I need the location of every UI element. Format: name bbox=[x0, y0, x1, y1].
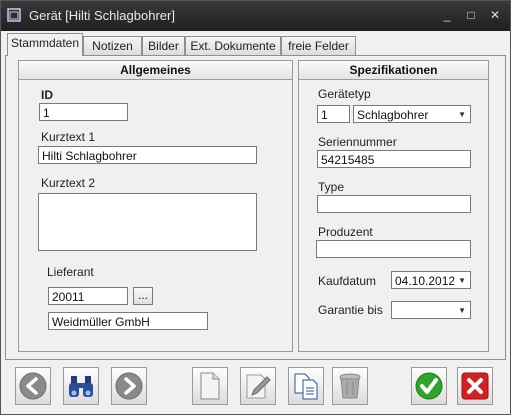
binoculars-icon bbox=[69, 376, 93, 397]
check-icon bbox=[415, 372, 443, 400]
trash-can-icon bbox=[339, 373, 361, 399]
copy-button[interactable] bbox=[288, 367, 324, 405]
window-title: Gerät [Hilti Schlagbohrer] bbox=[29, 8, 175, 23]
lieferant-name-field[interactable]: Weidmüller GmbH bbox=[48, 312, 208, 330]
tab-content: Allgemeines ID 1 Kurztext 1 Hilti Schlag… bbox=[5, 55, 506, 360]
allgemeines-panel: Allgemeines ID 1 Kurztext 1 Hilti Schlag… bbox=[18, 60, 293, 352]
geraetetyp-id-field[interactable]: 1 bbox=[317, 105, 350, 123]
forward-button[interactable] bbox=[111, 367, 147, 405]
kurztext1-field[interactable]: Hilti Schlagbohrer bbox=[38, 146, 257, 164]
kaufdatum-value: 04.10.2012 bbox=[395, 274, 456, 288]
edit-button[interactable] bbox=[240, 367, 276, 405]
kaufdatum-picker[interactable]: 04.10.2012 ▼ bbox=[391, 271, 471, 289]
geraetetyp-select[interactable]: Schlagbohrer ▼ bbox=[353, 105, 471, 123]
type-label: Type bbox=[318, 180, 345, 194]
tab-stammdaten[interactable]: Stammdaten bbox=[7, 33, 83, 56]
cancel-x-icon bbox=[461, 372, 489, 400]
device-window: Gerät [Hilti Schlagbohrer] _ □ ✕ Stammda… bbox=[0, 0, 511, 415]
lieferant-browse-button[interactable]: ... bbox=[133, 287, 153, 305]
cancel-button[interactable] bbox=[457, 367, 493, 405]
back-arrow-icon bbox=[19, 372, 47, 400]
lieferant-label: Lieferant bbox=[47, 265, 94, 279]
tab-freie-felder[interactable]: freie Felder bbox=[281, 36, 356, 55]
tab-bar: Stammdaten Notizen Bilder Ext. Dokumente… bbox=[1, 31, 510, 56]
title-bar: Gerät [Hilti Schlagbohrer] _ □ ✕ bbox=[1, 1, 510, 31]
kurztext1-label: Kurztext 1 bbox=[41, 130, 96, 144]
chevron-down-icon: ▼ bbox=[458, 306, 466, 315]
copy-documents-icon bbox=[294, 373, 318, 400]
delete-button[interactable] bbox=[332, 367, 368, 405]
forward-arrow-icon bbox=[115, 372, 143, 400]
type-field[interactable] bbox=[317, 195, 471, 213]
kaufdatum-label: Kaufdatum bbox=[318, 274, 377, 288]
new-document-icon bbox=[200, 372, 220, 400]
search-button[interactable] bbox=[63, 367, 99, 405]
back-button[interactable] bbox=[15, 367, 51, 405]
geraetetyp-label: Gerätetyp bbox=[318, 87, 371, 101]
id-label: ID bbox=[41, 88, 53, 102]
app-window-icon bbox=[7, 8, 21, 22]
garantie-picker[interactable]: ▼ bbox=[391, 301, 471, 319]
chevron-down-icon: ▼ bbox=[458, 110, 466, 119]
garantie-label: Garantie bis bbox=[318, 303, 383, 317]
seriennummer-label: Seriennummer bbox=[318, 135, 397, 149]
spezifikationen-header: Spezifikationen bbox=[299, 61, 488, 80]
kurztext2-label: Kurztext 2 bbox=[41, 176, 96, 190]
geraetetyp-select-value: Schlagbohrer bbox=[357, 108, 429, 122]
kurztext2-field[interactable] bbox=[38, 193, 257, 251]
tab-bilder[interactable]: Bilder bbox=[142, 36, 185, 55]
confirm-button[interactable] bbox=[411, 367, 447, 405]
id-field[interactable]: 1 bbox=[39, 103, 128, 121]
allgemeines-header: Allgemeines bbox=[19, 61, 292, 80]
close-button[interactable]: ✕ bbox=[487, 8, 503, 22]
produzent-label: Produzent bbox=[318, 225, 373, 239]
seriennummer-field[interactable]: 54215485 bbox=[317, 150, 471, 168]
tab-ext-dokumente[interactable]: Ext. Dokumente bbox=[185, 36, 281, 55]
chevron-down-icon: ▼ bbox=[458, 276, 466, 285]
spezifikationen-panel: Spezifikationen Gerätetyp 1 Schlagbohrer… bbox=[298, 60, 489, 352]
lieferant-id-field[interactable]: 20011 bbox=[48, 287, 128, 305]
new-button[interactable] bbox=[192, 367, 228, 405]
tab-notizen[interactable]: Notizen bbox=[83, 36, 142, 55]
produzent-field[interactable] bbox=[316, 240, 471, 258]
bottom-toolbar bbox=[1, 359, 510, 414]
edit-pencil-icon bbox=[246, 374, 271, 399]
minimize-button[interactable]: _ bbox=[439, 8, 455, 22]
maximize-button[interactable]: □ bbox=[463, 8, 479, 22]
